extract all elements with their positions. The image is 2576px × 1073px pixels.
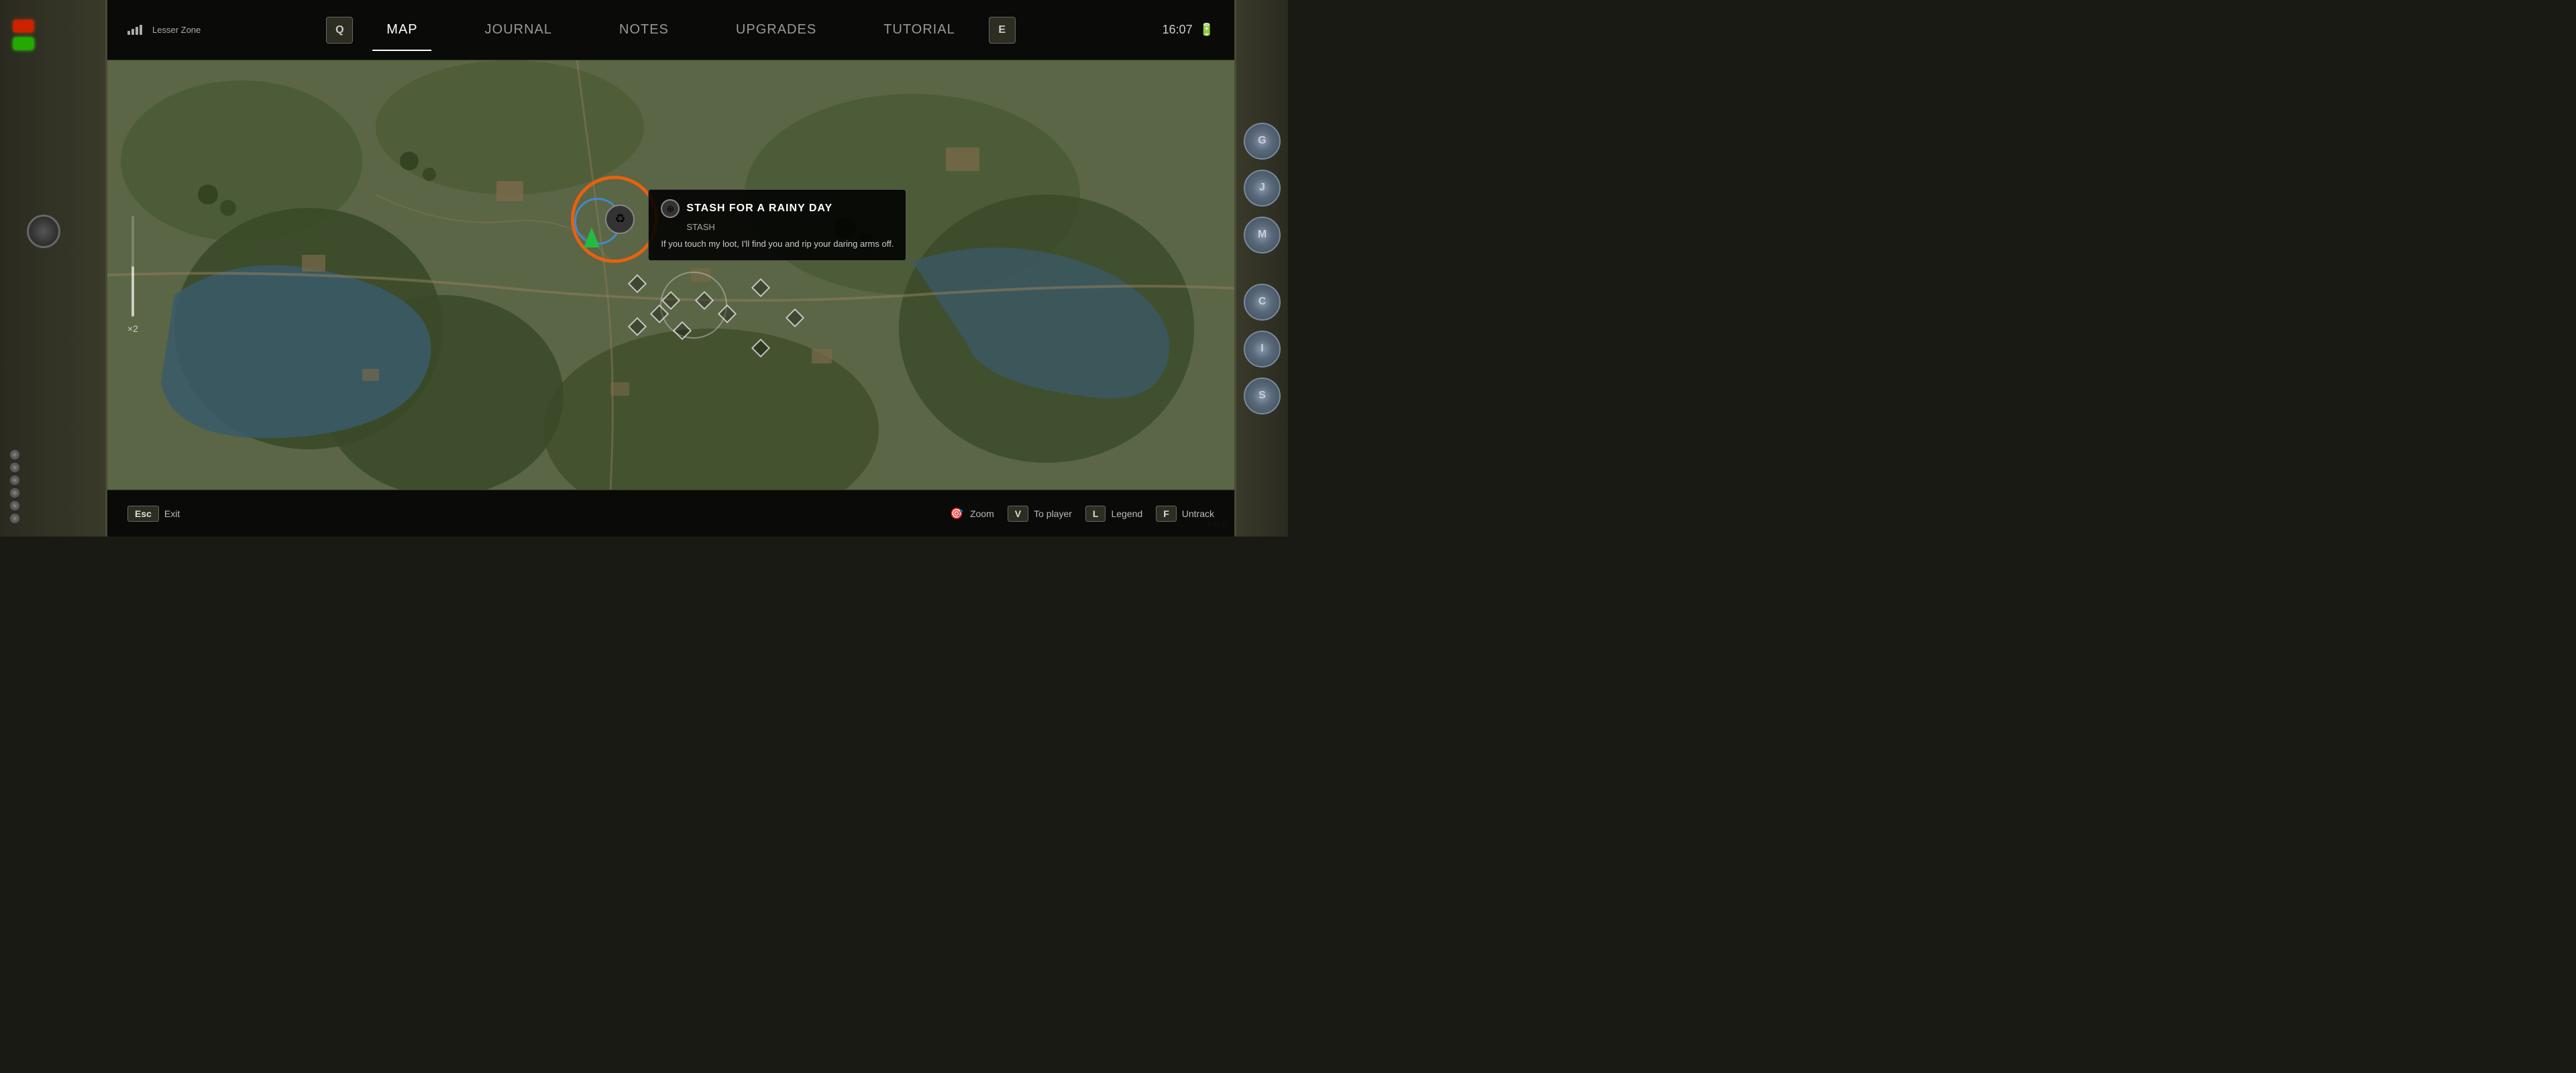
signal-bar-1 bbox=[127, 31, 130, 35]
quest-subtitle: STASH bbox=[661, 222, 894, 232]
zoom-icon: 🎯 bbox=[949, 506, 965, 522]
player-marker bbox=[578, 227, 605, 254]
zoom-level: ×2 bbox=[127, 323, 138, 334]
hint-zoom: 🎯 Zoom bbox=[949, 506, 994, 522]
nav-tabs: Q Map Journal Notes Upgrades Tutorial E bbox=[262, 9, 1080, 51]
screw bbox=[10, 488, 19, 498]
untrack-label: Untrack bbox=[1182, 508, 1214, 519]
right-button-j[interactable]: J bbox=[1244, 170, 1281, 207]
signal-bar-3 bbox=[136, 27, 138, 35]
right-button-m[interactable]: M bbox=[1244, 217, 1281, 253]
stash-marker: ♻ bbox=[605, 205, 635, 234]
map-zoom-indicator: ×2 bbox=[127, 216, 138, 334]
nav-key-q[interactable]: Q bbox=[326, 17, 353, 44]
zoom-label: Zoom bbox=[970, 508, 994, 519]
right-button-c[interactable]: C bbox=[1244, 284, 1281, 321]
map-svg bbox=[107, 60, 1234, 490]
top-bar: Lesser Zone Q Map Journal Notes Upgrades… bbox=[107, 0, 1234, 60]
left-indicators bbox=[13, 20, 34, 50]
zoom-bar-fill bbox=[131, 266, 134, 317]
right-button-g[interactable]: G bbox=[1244, 123, 1281, 160]
quest-description: If you touch my loot, I'll find you and … bbox=[661, 237, 894, 251]
right-button-i[interactable]: I bbox=[1244, 331, 1281, 368]
tab-tutorial[interactable]: Tutorial bbox=[850, 9, 989, 51]
quest-tooltip: ⊕ STASH FOR A RAINY DAY STASH If you tou… bbox=[648, 189, 906, 261]
screw bbox=[10, 463, 19, 472]
zoom-bar bbox=[131, 216, 134, 317]
screw bbox=[10, 501, 19, 510]
right-button-s[interactable]: S bbox=[1244, 378, 1281, 414]
exit-key[interactable]: Esc bbox=[127, 506, 159, 522]
exit-hint: Esc Exit bbox=[127, 506, 180, 522]
top-bar-right: 16:07 🔋 bbox=[1080, 23, 1214, 37]
indicator-red bbox=[13, 20, 34, 32]
tab-upgrades[interactable]: Upgrades bbox=[702, 9, 850, 51]
left-panel bbox=[0, 0, 107, 536]
screw bbox=[10, 514, 19, 523]
quest-title: STASH FOR A RAINY DAY bbox=[686, 203, 833, 215]
signal-bars bbox=[127, 25, 142, 35]
quest-header: ⊕ STASH FOR A RAINY DAY bbox=[661, 199, 894, 218]
exit-label: Exit bbox=[164, 508, 180, 519]
main-content: Lesser Zone Q Map Journal Notes Upgrades… bbox=[107, 0, 1234, 536]
hint-untrack: F Untrack bbox=[1156, 506, 1214, 522]
player-arrow bbox=[584, 227, 600, 247]
screw bbox=[10, 475, 19, 485]
zone-name: Lesser Zone bbox=[152, 25, 201, 35]
right-panel: G J M C I S bbox=[1234, 0, 1288, 536]
player-label: To player bbox=[1034, 508, 1072, 519]
key-f[interactable]: F bbox=[1156, 506, 1177, 522]
key-l[interactable]: L bbox=[1085, 506, 1106, 522]
hint-legend: L Legend bbox=[1085, 506, 1142, 522]
stash-icon: ♻ bbox=[614, 212, 625, 226]
tab-journal[interactable]: Journal bbox=[451, 9, 586, 51]
tab-map[interactable]: Map bbox=[353, 9, 451, 51]
top-bar-left: Lesser Zone bbox=[127, 25, 262, 35]
bottom-left: Esc Exit bbox=[127, 506, 180, 522]
signal-bar-2 bbox=[131, 29, 134, 35]
map-background: ×2 ♻ bbox=[107, 60, 1234, 490]
legend-label: Legend bbox=[1111, 508, 1142, 519]
indicator-green bbox=[13, 38, 34, 50]
signal-bar-4 bbox=[140, 25, 142, 35]
nav-key-e[interactable]: E bbox=[989, 17, 1016, 44]
left-dial bbox=[27, 215, 60, 248]
quest-icon: ⊕ bbox=[661, 199, 680, 218]
bottom-right: 🎯 Zoom V To player L Legend F Untrack bbox=[949, 506, 1214, 522]
hint-player: V To player bbox=[1008, 506, 1072, 522]
left-bottom-screws bbox=[10, 450, 19, 523]
tab-notes[interactable]: Notes bbox=[586, 9, 702, 51]
map-container[interactable]: ×2 ♻ bbox=[107, 60, 1234, 490]
screw bbox=[10, 450, 19, 459]
bottom-bar: Esc Exit 🎯 Zoom V To player L Legend F U… bbox=[107, 490, 1234, 536]
time-display: 16:07 bbox=[1163, 23, 1193, 37]
key-v[interactable]: V bbox=[1008, 506, 1028, 522]
battery-icon: 🔋 bbox=[1199, 23, 1214, 37]
